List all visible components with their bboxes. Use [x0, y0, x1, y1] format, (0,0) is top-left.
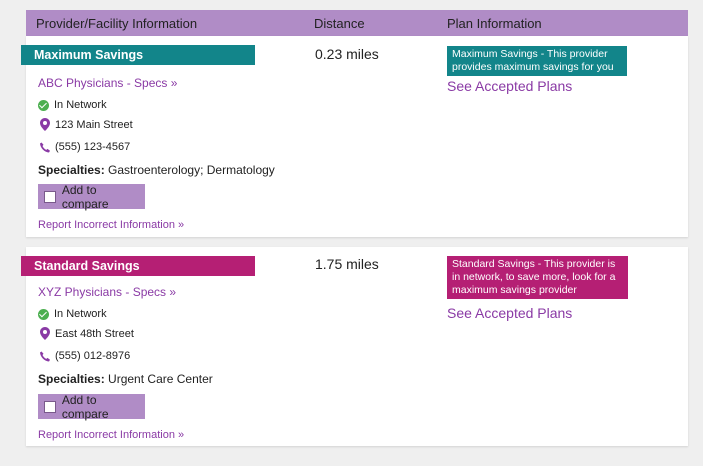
provider-phone: (555) 123-4567 — [38, 141, 130, 153]
header-plan: Plan Information — [447, 16, 542, 31]
phone-icon — [40, 351, 50, 361]
network-status: In Network — [38, 99, 107, 111]
provider-name-link[interactable]: XYZ Physicians - Specs » — [38, 285, 176, 299]
phone-icon — [40, 142, 50, 152]
add-to-compare-button[interactable]: Add to compare — [38, 183, 145, 211]
savings-tier-badge: Maximum Savings — [21, 45, 255, 65]
provider-specialties: Specialties: Gastroenterology; Dermatolo… — [38, 163, 275, 177]
compare-checkbox[interactable] — [44, 190, 56, 203]
plan-info-badge: Maximum Savings - This provider provides… — [447, 46, 627, 76]
provider-name-link[interactable]: ABC Physicians - Specs » — [38, 76, 177, 90]
check-icon — [38, 99, 49, 111]
see-accepted-plans-link[interactable]: See Accepted Plans — [447, 78, 572, 94]
header-distance: Distance — [314, 16, 365, 31]
network-status: In Network — [38, 308, 107, 320]
provider-distance: 0.23 miles — [315, 46, 379, 62]
provider-card: Standard Savings XYZ Physicians - Specs … — [21, 247, 688, 446]
report-incorrect-link[interactable]: Report Incorrect Information » — [38, 429, 184, 441]
provider-card: Maximum Savings ABC Physicians - Specs »… — [21, 36, 688, 237]
report-incorrect-link[interactable]: Report Incorrect Information » — [38, 219, 184, 231]
provider-specialties: Specialties: Urgent Care Center — [38, 372, 213, 386]
savings-tier-badge: Standard Savings — [21, 256, 255, 276]
see-accepted-plans-link[interactable]: See Accepted Plans — [447, 305, 572, 321]
compare-checkbox[interactable] — [44, 400, 56, 413]
provider-phone: (555) 012-8976 — [38, 350, 130, 362]
provider-distance: 1.75 miles — [315, 256, 379, 272]
results-table-header: Provider/Facility Information Distance P… — [26, 10, 688, 36]
provider-address: 123 Main Street — [38, 118, 133, 131]
add-to-compare-button[interactable]: Add to compare — [38, 393, 145, 421]
check-icon — [38, 308, 49, 320]
location-pin-icon — [40, 118, 50, 131]
provider-address: East 48th Street — [38, 327, 134, 340]
plan-info-badge: Standard Savings - This provider is in n… — [447, 256, 628, 299]
location-pin-icon — [40, 327, 50, 340]
header-provider: Provider/Facility Information — [36, 16, 198, 31]
